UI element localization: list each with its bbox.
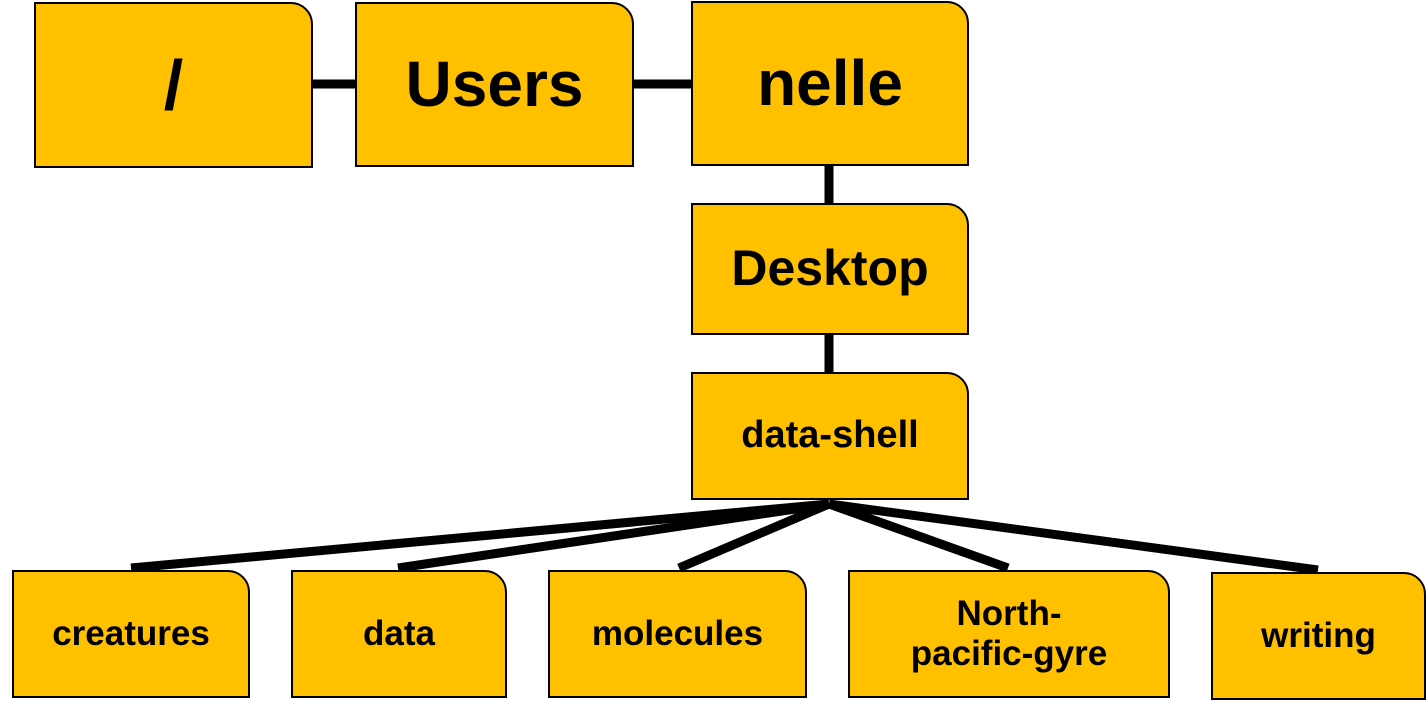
node-creatures: creatures: [12, 570, 250, 698]
node-north-pacific-gyre: North- pacific-gyre: [848, 570, 1170, 698]
node-molecules: molecules: [548, 570, 807, 698]
node-users: Users: [355, 2, 634, 167]
edge-datashell-writing: [828, 499, 1319, 575]
node-data-shell: data-shell: [691, 372, 969, 500]
node-data: data: [291, 570, 507, 698]
node-writing: writing: [1211, 572, 1426, 700]
node-desktop: Desktop: [691, 203, 969, 335]
directory-tree-diagram: / Users nelle Desktop data-shell creatur…: [0, 0, 1427, 724]
node-nelle: nelle: [691, 1, 969, 166]
node-root: /: [34, 2, 313, 168]
